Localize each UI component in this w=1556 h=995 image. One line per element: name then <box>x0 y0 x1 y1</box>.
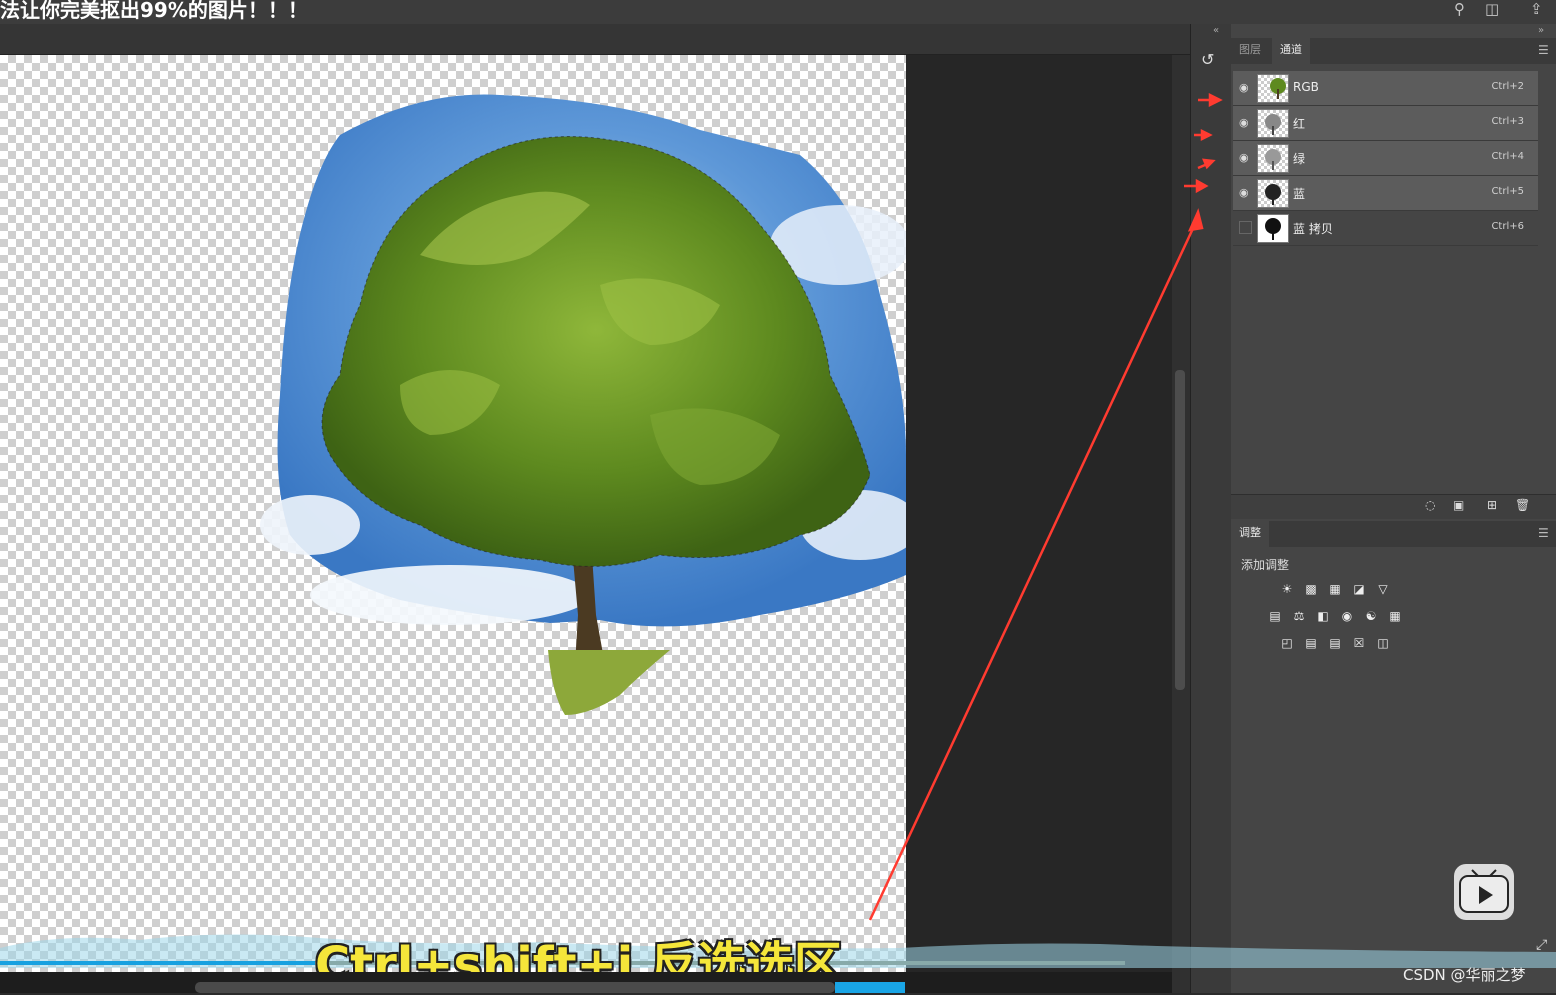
video-progress-fill <box>0 961 315 965</box>
video-play-badge[interactable] <box>1454 864 1514 920</box>
fullscreen-icon[interactable]: ⤢ <box>1536 937 1547 953</box>
play-icon <box>1459 869 1509 913</box>
horizontal-scrollbar-thumb[interactable] <box>195 982 835 993</box>
csdn-watermark: CSDN @华丽之梦 <box>1403 966 1526 984</box>
scrollbar-highlight <box>835 982 905 993</box>
annotation-arrows <box>868 92 1223 921</box>
